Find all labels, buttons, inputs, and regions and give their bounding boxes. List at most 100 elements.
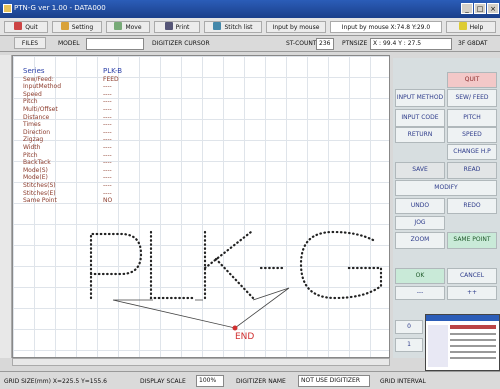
quit-button[interactable]: Quit [4, 21, 48, 33]
info-value: ---- [103, 90, 112, 98]
info-label: Same Point [23, 197, 57, 205]
title-bar: PTN-G ver 1.00 - DATA000 _ □ × [0, 0, 500, 18]
change-hp-button[interactable]: CHANGE H.P [447, 144, 497, 160]
info-row: BackTack ---- [23, 159, 133, 167]
list-icon [213, 22, 222, 30]
minus-button[interactable]: --- [395, 286, 445, 300]
digit-1-button[interactable]: 1 [395, 338, 423, 352]
input-by-mouse-button[interactable]: Input by mouse [266, 21, 326, 33]
info-value: ---- [103, 98, 112, 106]
gear-icon [60, 22, 69, 30]
move-icon [114, 22, 123, 30]
help-button[interactable]: Help [446, 21, 496, 33]
ptnsize-label: PTNSIZE [342, 40, 368, 47]
print-label: Print [175, 24, 190, 31]
app-icon [3, 4, 12, 13]
pattern-canvas[interactable]: END Series PLK-B Sew/Feed: FEED InputMeth… [12, 55, 390, 358]
end-marker [232, 325, 238, 331]
input-method-button[interactable]: INPUT METHOD [395, 89, 445, 107]
close-icon[interactable]: × [487, 3, 499, 14]
return-button[interactable]: RETURN [395, 127, 445, 143]
help-icon [458, 22, 467, 30]
power-icon [14, 22, 23, 30]
files-button[interactable]: FILES [14, 37, 46, 49]
model-field[interactable] [86, 38, 144, 50]
info-value: ---- [103, 105, 112, 113]
info-label: Multi/Offset [23, 105, 58, 113]
digitizer-value-field[interactable]: NOT USE DIGITIZER [298, 375, 370, 387]
series-value: PLK-B [103, 67, 123, 75]
info-row: Speed ---- [23, 91, 133, 99]
thumbnail-window[interactable] [425, 314, 500, 371]
info-row: Sew/Feed: FEED [23, 76, 133, 84]
horizontal-scrollbar[interactable] [12, 358, 390, 366]
read-button[interactable]: READ [447, 162, 497, 179]
info-row: Stitches(S) ---- [23, 182, 133, 190]
minimize-icon[interactable]: _ [461, 3, 473, 14]
digit-0-button[interactable]: 0 [395, 320, 423, 334]
end-label: END [235, 332, 254, 342]
grid-size-label: GRID SIZE(mm) X=225.5 Y=155.6 [4, 378, 107, 385]
info-label: Zigzag [23, 136, 44, 144]
info-label: Width [23, 143, 41, 151]
setting-button[interactable]: Setting [52, 21, 102, 33]
info-value: ---- [103, 189, 112, 197]
info-label: BackTack [23, 159, 51, 167]
info-label: Pitch [23, 98, 38, 106]
plus-button[interactable]: ++ [447, 286, 497, 300]
print-button[interactable]: Print [154, 21, 200, 33]
scale-value-field[interactable]: 100% [196, 375, 224, 387]
info-label: Stitches(S) [23, 181, 56, 189]
left-ruler [0, 55, 12, 358]
info-value: ---- [103, 83, 112, 91]
info-value: ---- [103, 136, 112, 144]
maximize-icon[interactable]: □ [474, 3, 486, 14]
cancel-button[interactable]: CANCEL [447, 268, 497, 284]
info-value: ---- [103, 181, 112, 189]
modify-button[interactable]: MODIFY [395, 180, 497, 196]
pattern-letter-k [203, 230, 255, 300]
info-value: ---- [103, 174, 112, 182]
move-label: Move [125, 24, 142, 31]
ok-button[interactable]: OK [395, 268, 445, 284]
info-label: Speed [23, 90, 42, 98]
info-row: InputMethod ---- [23, 83, 133, 91]
info-label: Distance [23, 113, 50, 121]
move-button[interactable]: Move [106, 21, 150, 33]
info-label: Direction [23, 128, 51, 136]
pitch-button[interactable]: PITCH [447, 109, 497, 127]
pattern-letter-g [299, 230, 383, 300]
st-count-label: ST-COUNT [286, 40, 317, 47]
digitizer-name-label: DIGITIZER NAME [236, 378, 286, 385]
info-label: Stitches(E) [23, 189, 56, 197]
panel-quit-button[interactable]: QUIT [447, 72, 497, 88]
redo-button[interactable]: REDO [447, 198, 497, 214]
info-row: Mode(E) ---- [23, 174, 133, 182]
toolbar: Quit Setting Move Print Stitch list Inpu… [0, 18, 500, 36]
info-row: Stitches(E) ---- [23, 190, 133, 198]
jog-button[interactable]: JOG [395, 216, 445, 230]
speed-button[interactable]: SPEED [447, 127, 497, 143]
ptnsize-value: X : 99.4 Y : 27.5 [370, 38, 452, 50]
save-button[interactable]: SAVE [395, 162, 445, 179]
info-value: ---- [103, 128, 112, 136]
sew-feed-button[interactable]: SEW/ FEED [447, 89, 497, 107]
feed-path [112, 287, 290, 329]
info-table: Series PLK-B Sew/Feed: FEED InputMethod --… [23, 67, 133, 205]
undo-button[interactable]: UNDO [395, 198, 445, 214]
input-by-mouse-label: Input by mouse [272, 24, 320, 31]
quit-label: Quit [25, 24, 38, 31]
stitch-list-button[interactable]: Stitch list [204, 21, 262, 33]
st-count-value: 236 [316, 38, 334, 50]
zoom-button[interactable]: ZOOM [395, 232, 445, 249]
printer-icon [164, 22, 173, 30]
info-label: Mode(E) [23, 174, 48, 182]
input-code-button[interactable]: INPUT CODE [395, 109, 445, 127]
info-value: ---- [103, 113, 112, 121]
info-row: Pitch ---- [23, 98, 133, 106]
input-mode-display: Input by mouse X:74.8 Y:29.0 [330, 21, 442, 33]
control-panel: QUIT INPUT METHOD SEW/ FEED INPUT CODE P… [393, 58, 500, 358]
same-point-button[interactable]: SAME POINT [447, 232, 497, 249]
info-row: Same Point NO [23, 197, 133, 205]
model-label: MODEL [58, 40, 80, 47]
